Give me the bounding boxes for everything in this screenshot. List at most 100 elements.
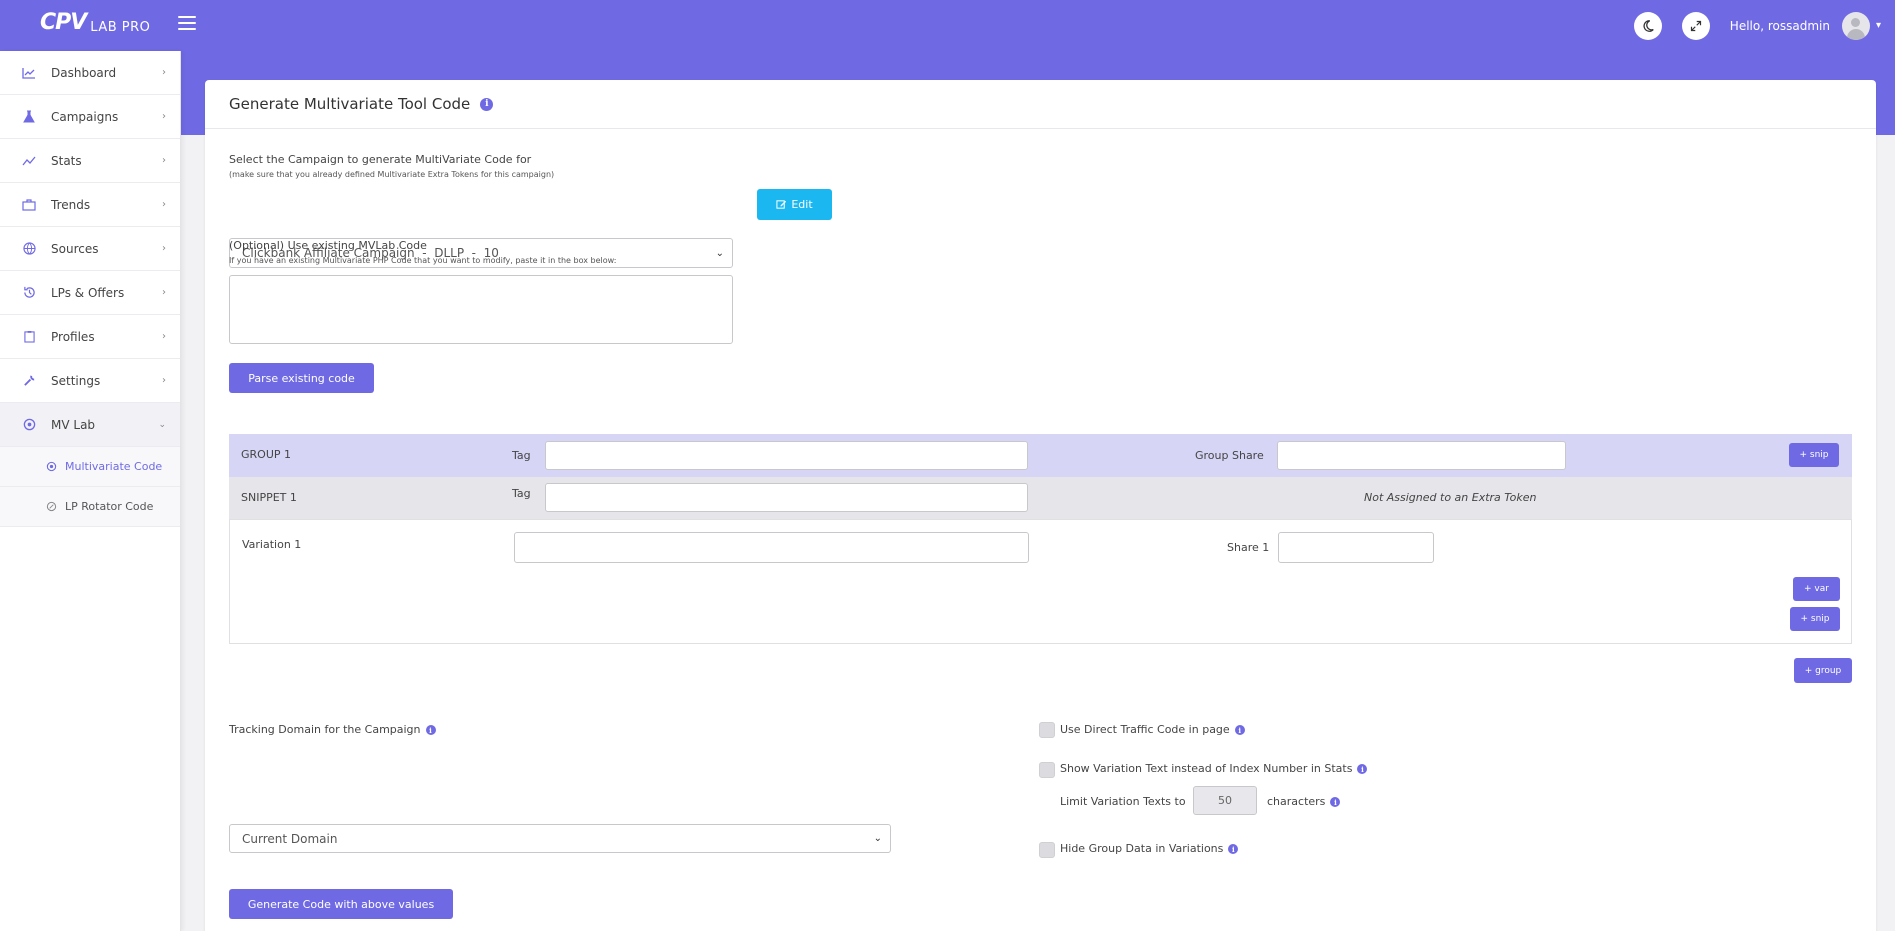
limit-variation-input[interactable]: 50 xyxy=(1193,786,1257,815)
chevron-down-icon: ⌄ xyxy=(715,247,724,259)
sidebar-item-label: Profiles xyxy=(51,329,95,344)
sidebar-item-label: LPs & Offers xyxy=(51,285,125,300)
page-title: Generate Multivariate Tool Code xyxy=(229,95,471,113)
variation-label: Variation 1 xyxy=(242,538,302,551)
wrench-icon xyxy=(21,373,37,389)
info-icon[interactable]: i xyxy=(480,97,494,111)
sidebar-item-stats[interactable]: Stats › xyxy=(0,139,180,183)
card-header: Generate Multivariate Tool Code i xyxy=(205,80,1876,129)
mvlab-icon xyxy=(21,417,37,433)
tracking-domain-select[interactable]: Current Domain ⌄ xyxy=(229,824,891,853)
generate-code-button[interactable]: Generate Code with above values xyxy=(229,889,453,919)
sidebar-item-mv-lab[interactable]: MV Lab ⌄ xyxy=(0,403,180,447)
sidebar-item-label: Campaigns xyxy=(51,109,119,124)
logo[interactable]: CPV LAB PRO xyxy=(40,10,150,35)
trend-icon xyxy=(21,153,37,169)
flask-icon xyxy=(21,109,37,125)
clipboard-icon xyxy=(21,329,37,345)
sidebar-item-sources[interactable]: Sources › xyxy=(0,227,180,271)
chevron-right-icon: › xyxy=(162,375,166,386)
avatar[interactable] xyxy=(1841,11,1870,40)
edit-button[interactable]: Edit xyxy=(757,189,832,220)
limit-prefix: Limit Variation Texts to xyxy=(1060,795,1186,808)
snippet-status: Not Assigned to an Extra Token xyxy=(1364,491,1537,504)
existing-code-label: (Optional) Use existing MVLab Code xyxy=(229,239,427,252)
globe-icon xyxy=(21,241,37,257)
sidebar-subitem-label: Multivariate Code xyxy=(65,460,163,473)
chevron-right-icon: › xyxy=(162,243,166,254)
sidebar: Dashboard › Campaigns › Stats › Trends ›… xyxy=(0,51,181,931)
snippet-label: SNIPPET 1 xyxy=(241,491,297,504)
sidebar-item-profiles[interactable]: Profiles › xyxy=(0,315,180,359)
info-icon[interactable]: i xyxy=(1228,844,1239,854)
user-greeting: Hello, rossadmin xyxy=(1729,18,1830,33)
snippet-row: SNIPPET 1 Tag Not Assigned to an Extra T… xyxy=(229,477,1852,519)
edit-button-label: Edit xyxy=(791,198,813,211)
logo-labpro: LAB PRO xyxy=(90,20,151,35)
limit-suffix-text: characters xyxy=(1267,795,1326,808)
group-tag-input[interactable] xyxy=(545,441,1028,470)
sidebar-subitem-lp-rotator-code[interactable]: LP Rotator Code xyxy=(0,487,180,527)
chevron-right-icon: › xyxy=(162,199,166,210)
tracking-domain-value: Current Domain xyxy=(242,831,338,846)
sidebar-item-label: Dashboard xyxy=(51,65,117,80)
sidebar-item-settings[interactable]: Settings › xyxy=(0,359,180,403)
sidebar-item-label: Trends xyxy=(51,197,91,212)
expand-icon[interactable] xyxy=(1681,11,1710,40)
sidebar-item-label: Settings xyxy=(51,373,101,388)
show-variation-text-checkbox[interactable] xyxy=(1039,762,1055,778)
add-snip-button[interactable]: + snip xyxy=(1789,443,1839,467)
sidebar-item-trends[interactable]: Trends › xyxy=(0,183,180,227)
header-actions: Hello, rossadmin ▾ xyxy=(1633,0,1881,51)
snippet-tag-input[interactable] xyxy=(545,483,1028,512)
logo-cpv: CPV xyxy=(40,10,87,35)
sidebar-item-lps-offers[interactable]: LPs & Offers › xyxy=(0,271,180,315)
menu-toggle-icon[interactable] xyxy=(178,16,196,30)
campaign-label: Select the Campaign to generate MultiVar… xyxy=(229,153,532,166)
share-label: Share 1 xyxy=(1227,541,1270,554)
existing-code-textarea[interactable] xyxy=(229,275,733,344)
parse-code-button[interactable]: Parse existing code xyxy=(229,363,374,393)
sidebar-item-label: Stats xyxy=(51,153,82,168)
add-var-button[interactable]: + var xyxy=(1793,577,1840,601)
sidebar-subitem-multivariate-code[interactable]: Multivariate Code xyxy=(0,447,180,487)
info-icon[interactable]: i xyxy=(1357,764,1368,774)
chevron-down-icon: ⌄ xyxy=(873,833,882,844)
add-snip-button[interactable]: + snip xyxy=(1790,607,1840,631)
hide-group-data-checkbox[interactable] xyxy=(1039,842,1055,858)
hide-group-data-label-text: Hide Group Data in Variations xyxy=(1060,842,1224,855)
info-icon[interactable]: i xyxy=(1234,725,1245,735)
chevron-down-icon[interactable]: ▾ xyxy=(1876,20,1881,31)
chevron-right-icon: › xyxy=(162,331,166,342)
add-group-button[interactable]: + group xyxy=(1794,658,1852,683)
briefcase-icon xyxy=(21,197,37,213)
direct-traffic-label-text: Use Direct Traffic Code in page xyxy=(1060,723,1230,736)
limit-suffix: characters i xyxy=(1267,795,1341,808)
direct-traffic-checkbox[interactable] xyxy=(1039,722,1055,738)
group-row: GROUP 1 Tag Group Share + snip xyxy=(229,434,1852,477)
chevron-right-icon: › xyxy=(162,155,166,166)
dot-circle-icon xyxy=(45,461,57,473)
info-icon[interactable]: i xyxy=(1330,797,1341,807)
sidebar-subitem-label: LP Rotator Code xyxy=(65,500,154,513)
moon-icon[interactable] xyxy=(1633,11,1662,40)
variation-share-input[interactable] xyxy=(1278,532,1434,563)
tracking-domain-label: Tracking Domain for the Campaign i xyxy=(229,723,436,736)
sidebar-item-label: MV Lab xyxy=(51,417,96,432)
top-bar: CPV LAB PRO Hello, rossadmin ▾ xyxy=(0,0,1895,51)
show-variation-text-label-text: Show Variation Text instead of Index Num… xyxy=(1060,762,1353,775)
history-icon xyxy=(21,285,37,301)
sidebar-item-campaigns[interactable]: Campaigns › xyxy=(0,95,180,139)
variation-input[interactable] xyxy=(514,532,1029,563)
main-card: Generate Multivariate Tool Code i Select… xyxy=(205,80,1876,931)
campaign-hint: (make sure that you already defined Mult… xyxy=(229,170,555,179)
sidebar-item-dashboard[interactable]: Dashboard › xyxy=(0,51,180,95)
tracking-domain-label-text: Tracking Domain for the Campaign xyxy=(229,723,421,736)
chart-line-icon xyxy=(21,65,37,81)
info-icon[interactable]: i xyxy=(425,725,436,735)
existing-code-hint: If you have an existing Multivariate PHP… xyxy=(229,256,617,265)
tag-label: Tag xyxy=(512,449,531,462)
chevron-right-icon: › xyxy=(162,67,166,78)
group-share-label: Group Share xyxy=(1195,449,1264,462)
group-share-input[interactable] xyxy=(1277,441,1566,470)
